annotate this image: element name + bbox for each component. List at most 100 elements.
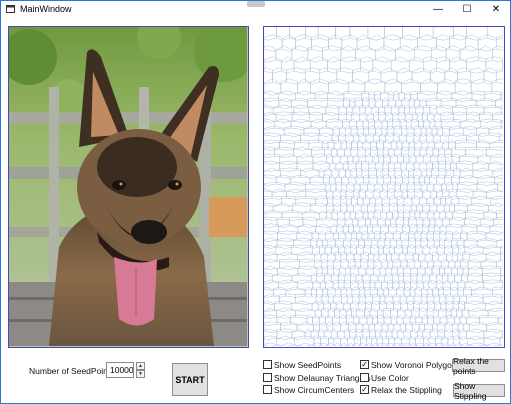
voronoi-cell <box>500 252 504 262</box>
voronoi-cell <box>450 195 460 207</box>
voronoi-cell <box>439 265 445 277</box>
arrow-up-icon[interactable]: ▲ <box>136 362 145 370</box>
voronoi-cell <box>325 118 343 130</box>
show-voronoi-checkbox[interactable]: ✓ <box>360 360 369 369</box>
show-delaunay-checkbox[interactable] <box>263 373 272 382</box>
voronoi-cell <box>371 335 378 347</box>
voronoi-cell <box>300 167 320 179</box>
voronoi-cell <box>390 174 396 186</box>
voronoi-cell <box>358 153 366 165</box>
title-bar[interactable]: MainWindow — ☐ ✕ <box>1 1 510 18</box>
voronoi-cell <box>394 244 403 256</box>
voronoi-cell <box>414 209 421 221</box>
voronoi-cell <box>401 167 409 179</box>
voronoi-cell <box>442 125 450 137</box>
voronoi-cell <box>344 216 354 228</box>
voronoi-cell <box>382 335 389 347</box>
voronoi-cell <box>484 300 504 312</box>
voronoi-cell <box>490 195 504 207</box>
voronoi-cell <box>368 160 376 172</box>
voronoi-cell <box>327 286 336 298</box>
voronoi-cell <box>468 265 483 277</box>
voronoi-cell <box>416 202 423 214</box>
close-button[interactable]: ✕ <box>482 1 510 18</box>
voronoi-cell <box>466 132 480 144</box>
voronoi-cell <box>436 34 450 52</box>
voronoi-cell <box>359 181 368 193</box>
voronoi-cell <box>407 188 416 200</box>
relax-points-button[interactable]: Relax the points <box>452 356 505 376</box>
maximize-button[interactable]: ☐ <box>453 1 481 18</box>
show-circumcenters-checkbox[interactable] <box>263 385 272 394</box>
voronoi-cell <box>379 293 386 305</box>
voronoi-cell <box>439 223 447 235</box>
show-seedpoints-checkbox[interactable] <box>263 360 272 369</box>
voronoi-cell <box>408 153 417 165</box>
voronoi-cell <box>338 272 346 284</box>
voronoi-cell <box>296 153 314 165</box>
voronoi-cell <box>426 132 434 144</box>
drag-handle[interactable] <box>247 1 265 7</box>
voronoi-cell <box>459 174 479 186</box>
arrow-down-icon[interactable]: ▼ <box>136 370 145 378</box>
voronoi-cell <box>436 244 445 256</box>
voronoi-cell <box>338 279 345 291</box>
voronoi-cell <box>369 272 379 284</box>
voronoi-cell <box>338 167 346 179</box>
voronoi-cell <box>358 293 366 305</box>
voronoi-cell <box>419 195 428 207</box>
use-color-checkbox[interactable] <box>360 373 369 382</box>
voronoi-cell <box>314 258 322 270</box>
voronoi-cell <box>396 314 404 326</box>
voronoi-cell <box>461 272 468 284</box>
voronoi-cell <box>466 27 488 41</box>
voronoi-cell <box>480 258 497 270</box>
voronoi-cell <box>392 258 402 270</box>
voronoi-cell <box>309 174 324 186</box>
voronoi-cell <box>275 244 292 256</box>
voronoi-cell <box>396 237 402 249</box>
voronoi-cell <box>368 251 375 263</box>
voronoi-cell <box>276 251 298 263</box>
voronoi-cell <box>289 174 311 186</box>
voronoi-cell <box>386 328 393 340</box>
voronoi-cell <box>369 195 376 207</box>
voronoi-cell <box>436 90 453 102</box>
voronoi-cell <box>363 279 371 291</box>
start-button[interactable]: START <box>172 363 208 396</box>
voronoi-cell <box>264 67 273 85</box>
minimize-button[interactable]: — <box>424 1 452 18</box>
voronoi-cell <box>472 167 494 179</box>
voronoi-cell <box>376 335 383 347</box>
voronoi-cell <box>403 216 409 228</box>
voronoi-cell <box>495 67 504 85</box>
voronoi-cell <box>422 223 429 235</box>
voronoi-cell <box>450 279 458 291</box>
voronoi-cell <box>347 160 357 172</box>
voronoi-cell <box>492 286 504 298</box>
voronoi-cell <box>352 104 361 116</box>
show-stippling-button[interactable]: Show Stippling <box>453 381 505 401</box>
voronoi-cell <box>426 307 434 319</box>
voronoi-cell <box>358 314 368 326</box>
voronoi-cell <box>413 45 432 63</box>
voronoi-cell <box>482 272 501 284</box>
voronoi-cell <box>387 188 395 200</box>
voronoi-cell <box>416 111 423 123</box>
voronoi-cell <box>290 314 308 326</box>
voronoi-cell <box>479 111 493 123</box>
voronoi-cell <box>275 174 291 186</box>
relax-stippling-checkbox[interactable]: ✓ <box>360 385 369 394</box>
voronoi-cell <box>419 209 429 221</box>
voronoi-cell <box>459 167 474 179</box>
voronoi-cell <box>364 146 371 158</box>
voronoi-cell <box>457 67 471 85</box>
voronoi-cell <box>335 160 344 172</box>
seedpoints-input[interactable] <box>106 362 134 378</box>
voronoi-cell <box>477 153 491 165</box>
voronoi-cell <box>374 195 383 207</box>
voronoi-cell <box>448 139 456 151</box>
voronoi-cell <box>340 45 356 63</box>
voronoi-cell <box>365 300 372 312</box>
voronoi-cell <box>326 258 334 270</box>
